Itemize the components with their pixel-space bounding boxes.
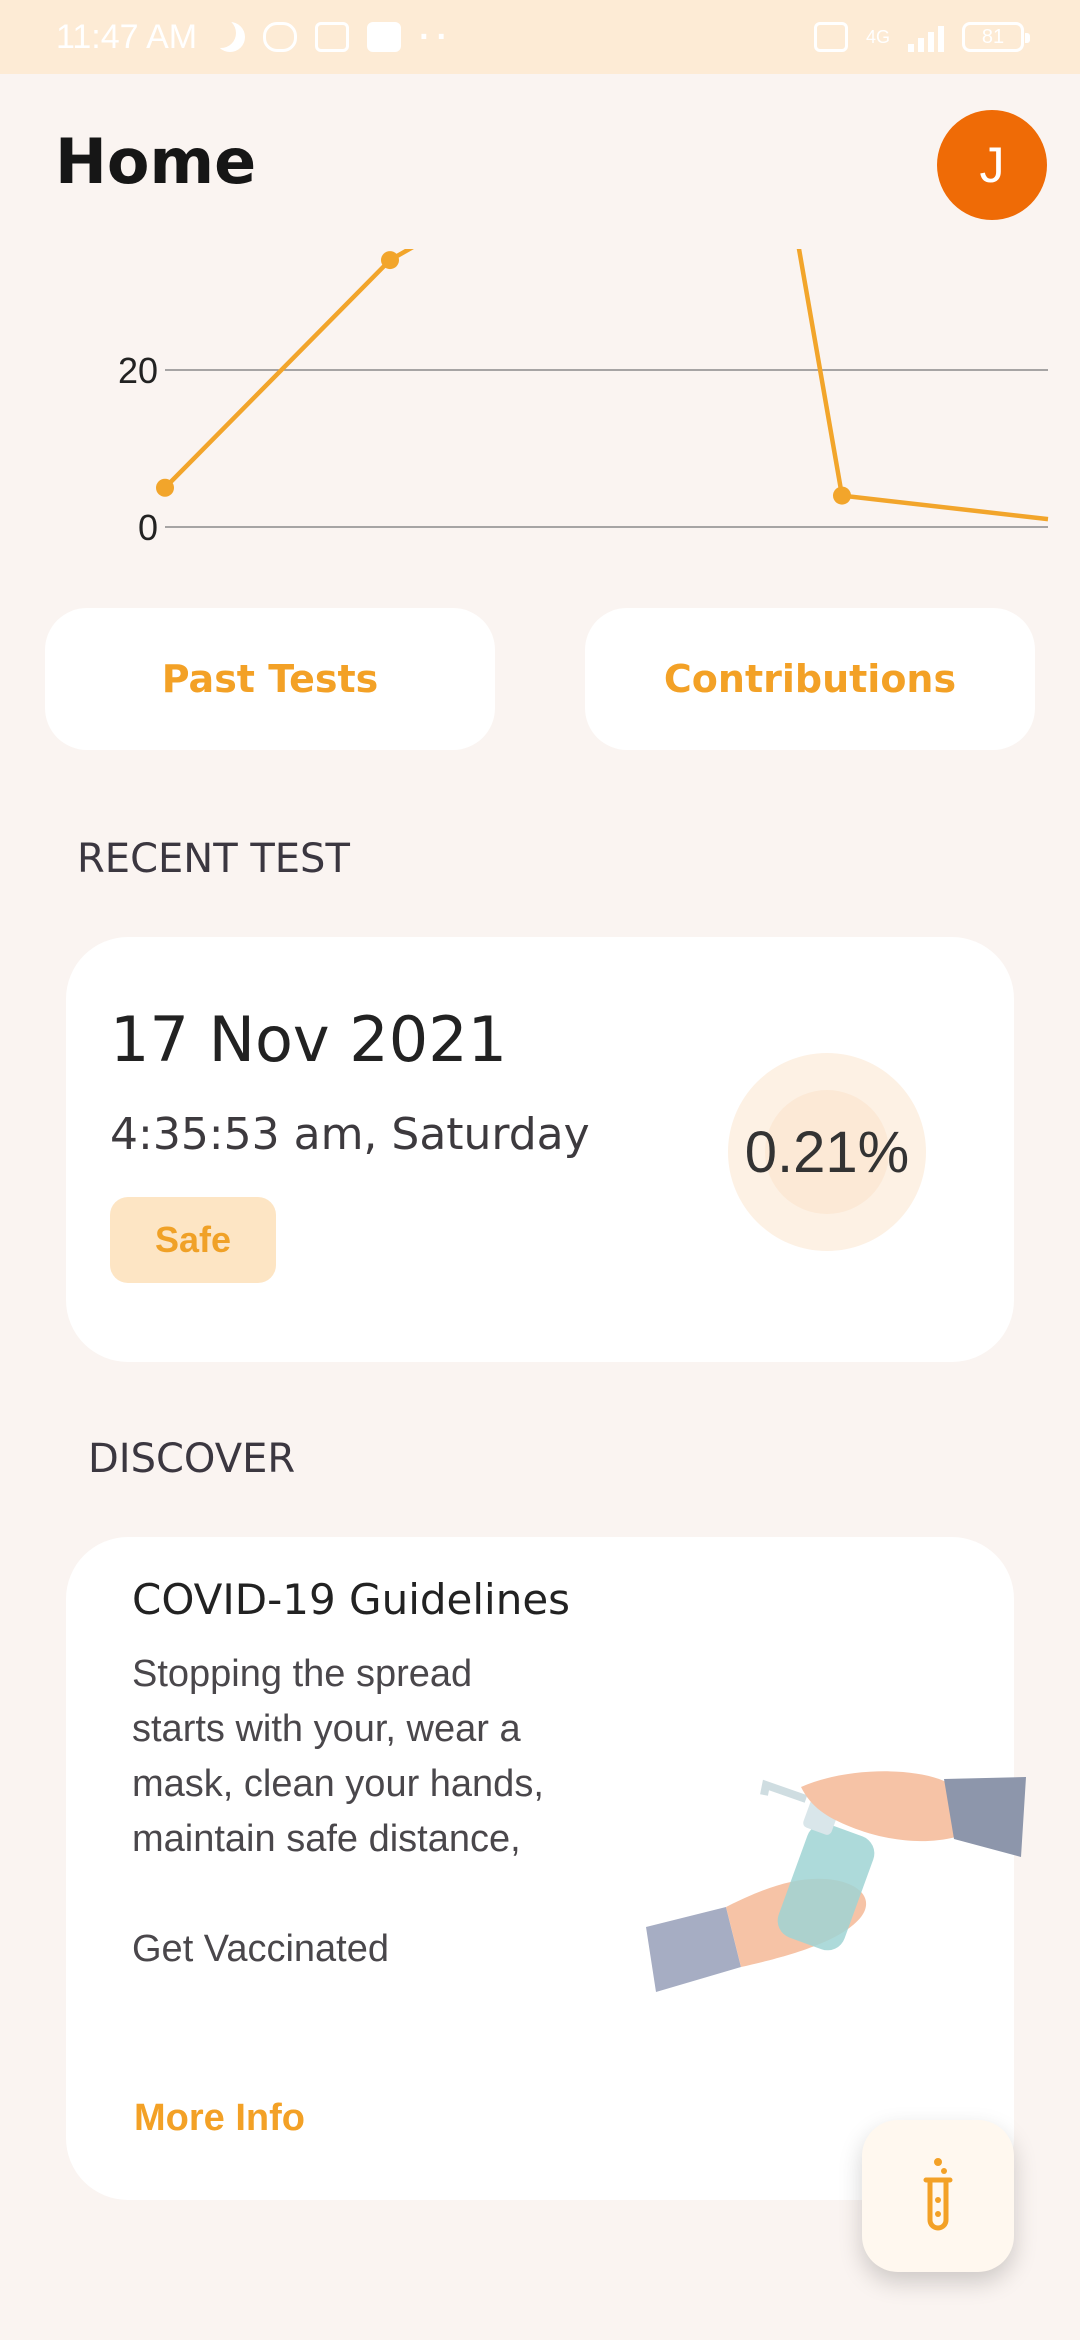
new-test-fab[interactable] bbox=[862, 2120, 1014, 2272]
guidelines-title: COVID-19 Guidelines bbox=[132, 1575, 571, 1624]
recent-test-heading: RECENT TEST bbox=[77, 836, 350, 882]
avatar[interactable]: J bbox=[937, 110, 1047, 220]
network-type: 4G bbox=[865, 26, 890, 47]
battery-icon: 81 bbox=[962, 22, 1030, 52]
discover-heading: DISCOVER bbox=[88, 1436, 296, 1482]
linkedin-icon bbox=[367, 22, 402, 52]
avatar-initial: J bbox=[979, 137, 1005, 193]
cloud-icon bbox=[263, 22, 298, 52]
battery-level: 81 bbox=[981, 25, 1005, 48]
past-tests-label: Past Tests bbox=[161, 657, 379, 701]
chart-tick-label: 20 bbox=[118, 350, 158, 391]
chart-point bbox=[833, 486, 851, 505]
test-tube-icon bbox=[923, 2158, 953, 2231]
status-bar: 11:47 AM ·· 4G 81 bbox=[0, 0, 1080, 74]
page-title: Home bbox=[55, 125, 257, 198]
past-tests-button[interactable]: Past Tests bbox=[45, 608, 495, 750]
more-dots-icon: ·· bbox=[419, 17, 454, 56]
test-date: 17 Nov 2021 bbox=[110, 1003, 508, 1076]
contributions-label: Contributions bbox=[663, 657, 957, 701]
recent-test-card[interactable]: 17 Nov 2021 4:35:53 am, Saturday Safe 0.… bbox=[66, 937, 1014, 1362]
status-badge: Safe bbox=[110, 1197, 276, 1283]
chart-point bbox=[156, 478, 174, 497]
status-time: 11:47 AM bbox=[56, 17, 198, 56]
result-value: 0.21% bbox=[744, 1119, 910, 1185]
chart-point bbox=[381, 251, 399, 270]
signal-icon bbox=[908, 22, 944, 52]
results-chart: 20 0 bbox=[118, 249, 1049, 548]
test-time: 4:35:53 am, Saturday bbox=[110, 1109, 590, 1160]
contributions-button[interactable]: Contributions bbox=[585, 608, 1035, 750]
guidelines-card[interactable]: COVID-19 Guidelines Stopping the spread … bbox=[66, 1537, 1026, 2200]
chart-tick-label: 0 bbox=[138, 507, 158, 548]
moon-icon bbox=[215, 22, 245, 52]
volte-icon bbox=[813, 22, 848, 52]
guidelines-body: Stopping the spread starts with your, we… bbox=[132, 1653, 544, 1970]
chart-series-line bbox=[163, 249, 1049, 522]
more-info-link[interactable]: More Info bbox=[134, 2097, 305, 2140]
hand-sanitizer-illustration bbox=[646, 1771, 1026, 1992]
laptop-icon bbox=[315, 22, 350, 52]
